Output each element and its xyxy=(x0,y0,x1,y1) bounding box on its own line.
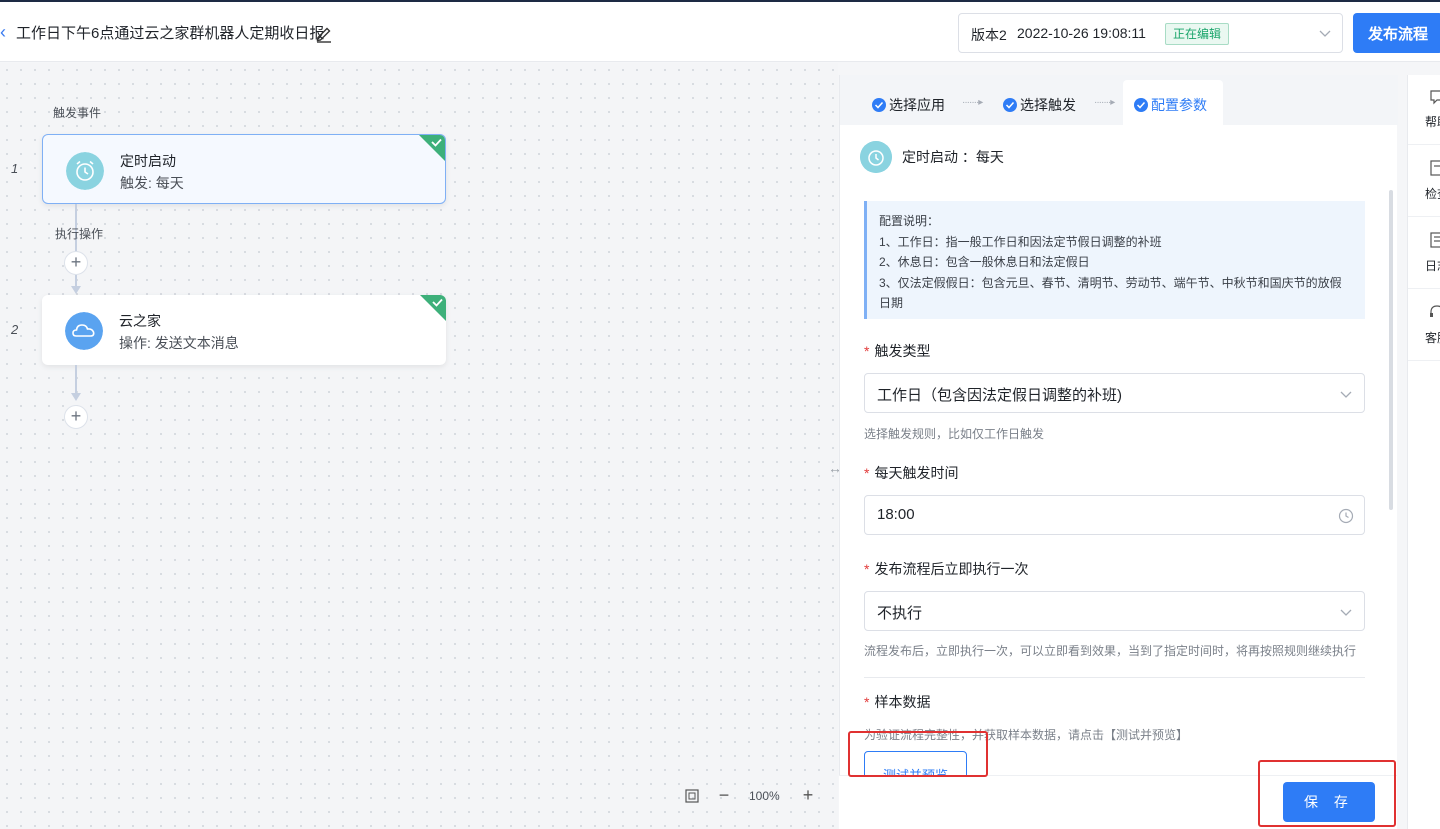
run-once-select[interactable]: 不执行 xyxy=(864,591,1365,631)
step-arrow-icon: ·······▸ xyxy=(1094,97,1115,108)
top-bar: ‹ 工作日下午6点通过云之家群机器人定期收日报 版本2 2022-10-26 1… xyxy=(0,0,1440,62)
config-panel: 选择应用 ·······▸ 选择触发 ·······▸ 配置参数 定时启动 ：每… xyxy=(839,75,1398,829)
publish-flow-button[interactable]: 发布流程 xyxy=(1353,13,1440,53)
node-index-1: 1 xyxy=(11,161,19,176)
trigger-type-select[interactable]: 工作日（包含因法定假日调整的补班) xyxy=(864,373,1365,413)
help-icon xyxy=(1430,90,1440,105)
chevron-down-icon xyxy=(1340,391,1352,398)
check-corner-icon xyxy=(419,135,445,161)
cloud-icon xyxy=(65,312,103,350)
step-label: 选择触发 xyxy=(1020,97,1076,113)
trigger-time-label: * 每天触发时间 xyxy=(864,465,959,481)
arrow-down-icon xyxy=(71,393,81,401)
rail-item-support[interactable]: 客服 xyxy=(1408,291,1440,361)
action-node-yunzhijia[interactable]: 云之家 操作: 发送文本消息 xyxy=(42,295,446,365)
check-circle-icon xyxy=(1134,98,1148,112)
flow-title: 工作日下午6点通过云之家群机器人定期收日报 xyxy=(16,25,325,42)
panel-scrollbar[interactable] xyxy=(1389,190,1393,510)
step-select-app[interactable]: 选择应用 xyxy=(872,95,945,115)
arrow-down-icon xyxy=(71,286,81,294)
trigger-type-label: * 触发类型 xyxy=(864,343,931,359)
node-title: 云之家 xyxy=(119,313,161,329)
add-step-button[interactable]: + xyxy=(64,405,88,429)
node-index-2: 2 xyxy=(11,322,19,337)
rail-label: 帮助 xyxy=(1425,115,1440,129)
step-label: 配置参数 xyxy=(1151,97,1207,113)
zoom-out-button[interactable]: − xyxy=(715,786,733,806)
run-once-value: 不执行 xyxy=(877,605,923,622)
clock-icon xyxy=(1338,508,1354,524)
info-line: 2、休息日：包含一般休息日和法定假日 xyxy=(879,255,1090,269)
sample-data-help: 为验证流程完整性，并获取样本数据，请点击【测试并预览】 xyxy=(864,728,1189,742)
headset-icon xyxy=(1430,305,1440,317)
zoom-in-button[interactable]: + xyxy=(799,786,817,806)
sample-data-label: * 样本数据 xyxy=(864,694,931,710)
trigger-header-text: 定时启动 ：每天 xyxy=(902,149,1004,165)
add-step-button[interactable]: + xyxy=(64,251,88,275)
trigger-type-value: 工作日（包含因法定假日调整的补班) xyxy=(877,387,1122,404)
run-once-label: * 发布流程后立即执行一次 xyxy=(864,561,1029,577)
rail-item-log[interactable]: 日志 xyxy=(1408,219,1440,289)
config-info-box: 配置说明： 1、工作日：指一般工作日和因法定节假日调整的补班 2、休息日：包含一… xyxy=(864,201,1365,319)
node-subtitle: 操作: 发送文本消息 xyxy=(119,335,239,351)
alarm-clock-icon xyxy=(860,141,892,173)
trigger-time-value: 18:00 xyxy=(877,506,915,523)
version-label: 版本2 xyxy=(971,27,1007,43)
step-label: 选择应用 xyxy=(889,97,945,113)
info-line: 日期 xyxy=(879,296,904,310)
section-divider xyxy=(864,677,1365,678)
back-icon[interactable]: ‹ xyxy=(0,22,12,42)
action-section-label: 执行操作 xyxy=(55,227,104,241)
check-corner-icon xyxy=(420,295,446,321)
checklist-icon xyxy=(1430,160,1440,176)
check-circle-icon xyxy=(872,98,886,112)
node-title: 定时启动 xyxy=(120,153,176,169)
steps-bar: 选择应用 ·······▸ 选择触发 ·······▸ 配置参数 xyxy=(840,75,1398,125)
editing-status-badge: 正在编辑 xyxy=(1165,23,1230,45)
version-select[interactable]: 版本2 2022-10-26 19:08:11 正在编辑 xyxy=(958,13,1343,53)
chevron-down-icon xyxy=(1340,609,1352,616)
info-line: 配置说明： xyxy=(879,214,940,228)
info-line: 3、仅法定假假日：包含元旦、春节、清明节、劳动节、端午节、中秋节和国庆节的放假 xyxy=(879,275,1342,290)
fit-screen-icon[interactable] xyxy=(685,789,699,803)
rail-label: 检查 xyxy=(1425,187,1440,201)
info-line: 1、工作日：指一般工作日和因法定节假日调整的补班 xyxy=(879,234,1162,249)
flow-canvas[interactable]: 触发事件 1 定时启动 触发: 每天 执行操作 + 2 云之家 操作: 发送文本… xyxy=(0,63,838,829)
trigger-section-label: 触发事件 xyxy=(53,106,102,120)
version-time: 2022-10-26 19:08:11 xyxy=(1017,25,1146,41)
check-circle-icon xyxy=(1003,98,1017,112)
step-config-params[interactable]: 配置参数 xyxy=(1134,95,1207,115)
rail-item-help[interactable]: 帮助 xyxy=(1408,75,1440,145)
run-once-help: 流程发布后，立即执行一次，可以立即看到效果，当到了指定时间时，将再按照规则继续执… xyxy=(864,644,1357,658)
chevron-down-icon xyxy=(1319,30,1331,37)
rail-item-check[interactable]: 检查 xyxy=(1408,147,1440,217)
step-select-trigger[interactable]: 选择触发 xyxy=(1003,95,1076,115)
trigger-time-picker[interactable]: 18:00 xyxy=(864,495,1365,535)
trigger-node-timer[interactable]: 定时启动 触发: 每天 xyxy=(42,134,446,204)
zoom-level: 100% xyxy=(749,789,780,803)
rail-label: 日志 xyxy=(1425,259,1440,273)
right-rail: 帮助 检查 日志 客服 xyxy=(1407,75,1440,829)
alarm-clock-icon xyxy=(66,152,104,190)
trigger-type-help: 选择触发规则，比如仅工作日触发 xyxy=(864,427,1045,441)
save-button[interactable]: 保 存 xyxy=(1283,782,1375,822)
rail-label: 客服 xyxy=(1425,331,1440,345)
log-icon xyxy=(1430,232,1440,248)
connector-line xyxy=(75,365,77,395)
node-subtitle: 触发: 每天 xyxy=(120,175,184,191)
edit-pencil-icon[interactable] xyxy=(314,23,334,43)
step-arrow-icon: ·······▸ xyxy=(962,97,983,108)
